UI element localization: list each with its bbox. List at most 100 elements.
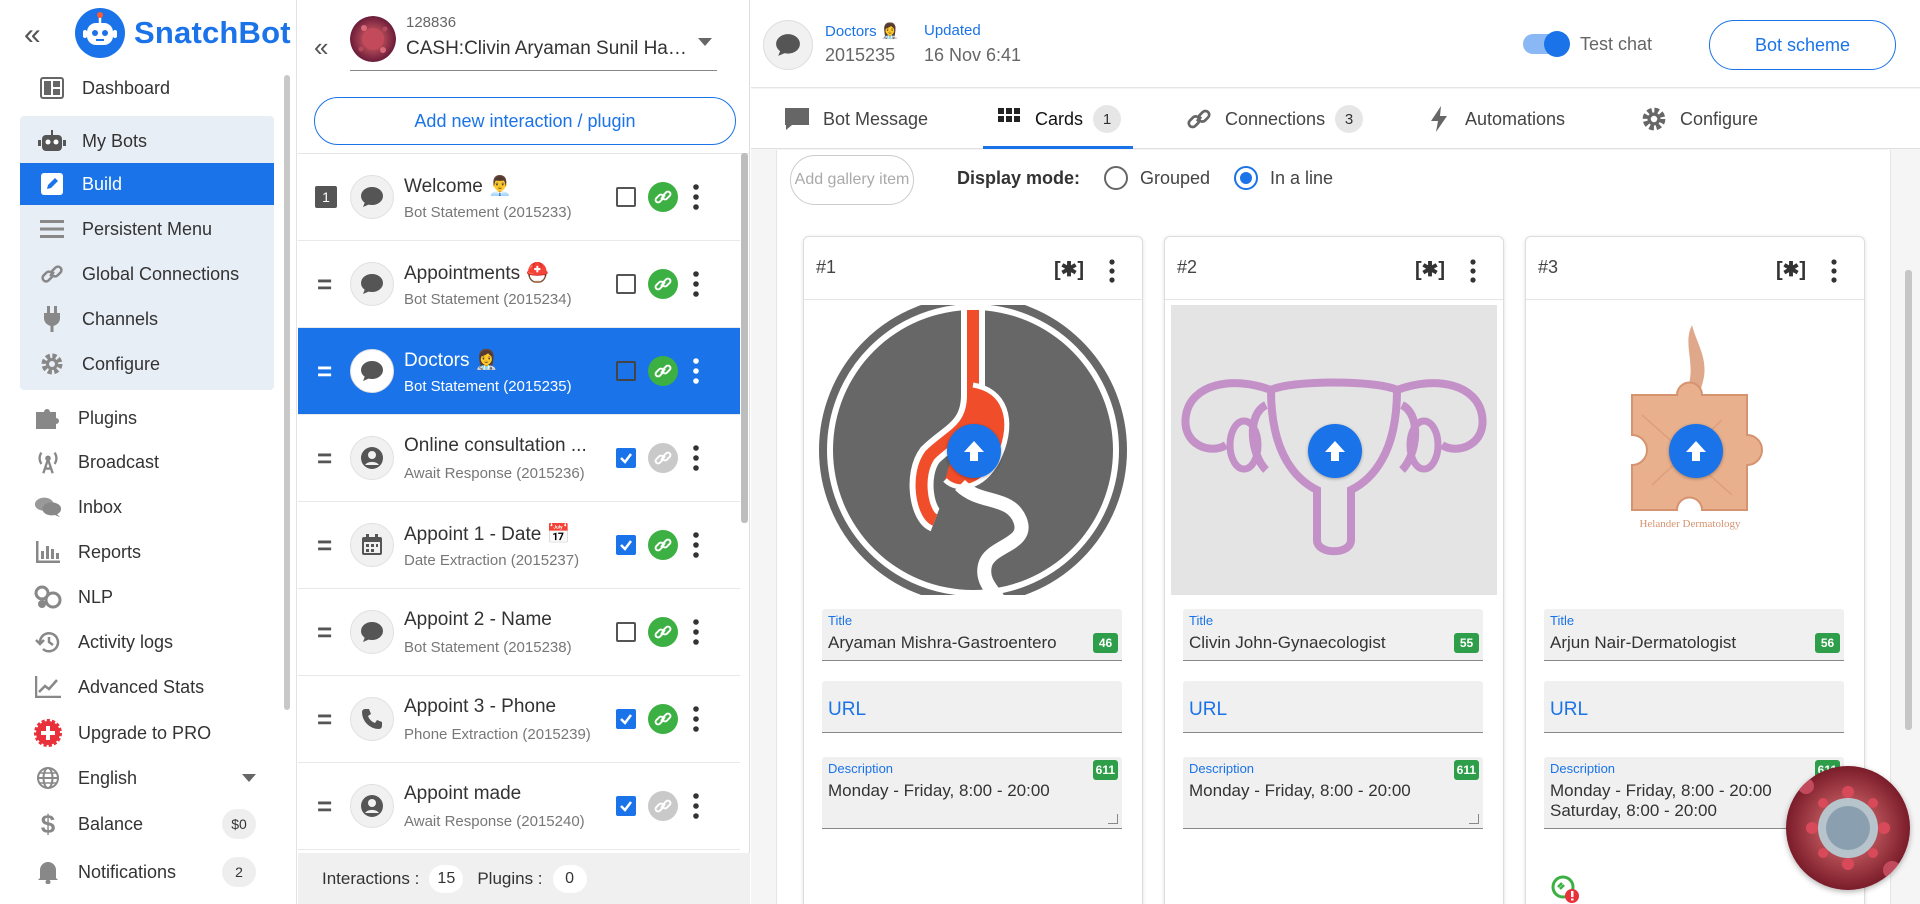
drag-handle-icon[interactable]: = <box>317 445 332 471</box>
card-description-field[interactable]: Description Monday - Friday, 8:00 - 20:0… <box>822 757 1122 829</box>
chevron-down-icon[interactable] <box>698 38 712 46</box>
nav-broadcast[interactable]: Broadcast <box>16 441 270 483</box>
plugins-label: Plugins : <box>477 868 543 888</box>
card-title-field[interactable]: Title Clivin John-Gynaecologist 55 <box>1183 609 1483 661</box>
interaction-row[interactable]: = Appointments ⛑️ Bot Statement (2015234… <box>298 241 740 328</box>
nav-configure[interactable]: Configure <box>20 343 274 385</box>
interaction-row[interactable]: 1 Welcome 👨‍💼 Bot Statement (2015233) <box>298 154 740 241</box>
nav-build[interactable]: Build <box>20 163 274 205</box>
more-options-icon[interactable] <box>692 183 700 211</box>
interaction-row[interactable]: = Appoint 2 - Name Bot Statement (201523… <box>298 589 740 676</box>
test-chat-toggle[interactable] <box>1523 31 1570 57</box>
row-checkbox[interactable] <box>616 187 636 207</box>
more-options-icon[interactable] <box>692 618 700 646</box>
card-url-field[interactable]: URL <box>1544 681 1844 733</box>
card-title-field[interactable]: Title Aryaman Mishra-Gastroentero 46 <box>822 609 1122 661</box>
nav-channels[interactable]: Channels <box>20 298 274 340</box>
tab-configure[interactable]: Configure <box>1640 89 1758 149</box>
row-checkbox[interactable] <box>616 622 636 642</box>
more-options-icon[interactable] <box>692 357 700 385</box>
nav-scrollbar[interactable] <box>284 75 290 710</box>
card-title-field[interactable]: Title Arjun Nair-Dermatologist 56 <box>1544 609 1844 661</box>
more-options-icon[interactable] <box>692 444 700 472</box>
nav-my-bots[interactable]: My Bots <box>20 120 274 162</box>
drag-handle-icon[interactable]: = <box>317 358 332 384</box>
interaction-row-selected[interactable]: = Doctors 👩‍⚕️ Bot Statement (2015235) <box>298 328 740 415</box>
add-interaction-button[interactable]: Add new interaction / plugin <box>314 97 736 145</box>
resize-grip-icon[interactable] <box>1108 814 1118 824</box>
nav-upgrade-to-pro[interactable]: Upgrade to PRO <box>16 712 270 754</box>
interaction-row[interactable]: = Online consultation ... Await Response… <box>298 415 740 502</box>
nav-nlp[interactable]: NLP <box>16 576 270 618</box>
upload-image-icon[interactable] <box>1669 424 1723 478</box>
more-options-icon[interactable] <box>1108 259 1116 283</box>
row-checkbox-checked[interactable] <box>616 796 636 816</box>
more-options-icon[interactable] <box>1830 259 1838 283</box>
card-url-field[interactable]: URL <box>1183 681 1483 733</box>
row-checkbox[interactable] <box>616 274 636 294</box>
tab-cards[interactable]: Cards 1 <box>982 89 1134 149</box>
link-status-icon[interactable] <box>648 704 678 734</box>
row-subtitle: Await Response (2015236) <box>404 465 585 482</box>
link-status-icon[interactable] <box>648 791 678 821</box>
nav-notifications[interactable]: Notifications 2 <box>16 851 270 893</box>
variable-icon[interactable]: [✱] <box>1054 257 1084 282</box>
row-checkbox[interactable] <box>616 361 636 381</box>
list-scrollbar[interactable] <box>741 153 748 523</box>
chat-widget-avatar[interactable] <box>1786 766 1910 890</box>
nav-plugins[interactable]: Plugins <box>16 397 270 439</box>
field-label: Description <box>1550 761 1616 776</box>
link-status-icon[interactable] <box>648 356 678 386</box>
display-mode-in-a-line-radio[interactable]: In a line <box>1234 166 1333 190</box>
connection-warning-icon[interactable] <box>1550 874 1580 904</box>
card-url-field[interactable]: URL <box>822 681 1122 733</box>
drag-handle-icon[interactable]: = <box>317 793 332 819</box>
interaction-row[interactable]: = Appoint 3 - Phone Phone Extraction (20… <box>298 676 740 763</box>
tab-bot-message[interactable]: Bot Message <box>783 89 928 149</box>
nav-language-select[interactable]: English <box>16 757 270 799</box>
resize-grip-icon[interactable] <box>1469 814 1479 824</box>
more-options-icon[interactable] <box>692 270 700 298</box>
nav-activity-logs[interactable]: Activity logs <box>16 621 270 663</box>
drag-handle-icon[interactable]: = <box>317 271 332 297</box>
nav-balance[interactable]: $ Balance $0 <box>16 803 270 845</box>
collapse-nav-icon[interactable]: « <box>24 20 52 50</box>
card-divider <box>1165 299 1503 300</box>
upload-image-icon[interactable] <box>947 424 1001 478</box>
nav-dashboard[interactable]: Dashboard <box>20 67 274 109</box>
more-options-icon[interactable] <box>692 531 700 559</box>
interaction-row[interactable]: = Appoint 1 - Date 📅 Date Extraction (20… <box>298 502 740 589</box>
link-status-icon[interactable] <box>648 269 678 299</box>
add-gallery-item-button[interactable]: Add gallery item <box>790 155 914 205</box>
row-checkbox-checked[interactable] <box>616 709 636 729</box>
upload-image-icon[interactable] <box>1308 424 1362 478</box>
more-options-icon[interactable] <box>692 792 700 820</box>
display-mode-grouped-radio[interactable]: Grouped <box>1104 166 1210 190</box>
drag-handle-icon[interactable]: = <box>317 706 332 732</box>
card-description-field[interactable]: Description Monday - Friday, 8:00 - 20:0… <box>1183 757 1483 829</box>
nav-reports[interactable]: Reports <box>16 531 270 573</box>
variable-icon[interactable]: [✱] <box>1415 257 1445 282</box>
tab-automations[interactable]: Automations <box>1425 89 1565 149</box>
collapse-panel-icon[interactable]: « <box>314 32 328 63</box>
interaction-row[interactable]: = Appoint made Await Response (2015240) <box>298 763 740 850</box>
variable-icon[interactable]: [✱] <box>1776 257 1806 282</box>
drag-handle-icon[interactable]: = <box>317 619 332 645</box>
drag-handle-icon[interactable]: = <box>317 532 332 558</box>
nav-global-connections[interactable]: Global Connections <box>20 253 274 295</box>
editor-scrollbar[interactable] <box>1905 270 1912 730</box>
link-status-icon[interactable] <box>648 530 678 560</box>
link-status-icon[interactable] <box>648 182 678 212</box>
bot-select[interactable]: CASH:Clivin Aryaman Sunil Harsha <box>406 38 691 60</box>
nav-persistent-menu[interactable]: Persistent Menu <box>20 208 274 250</box>
row-checkbox-checked[interactable] <box>616 448 636 468</box>
nav-advanced-stats[interactable]: Advanced Stats <box>16 666 270 708</box>
bot-scheme-button[interactable]: Bot scheme <box>1709 20 1896 70</box>
more-options-icon[interactable] <box>692 705 700 733</box>
nav-inbox[interactable]: Inbox <box>16 486 270 528</box>
link-status-icon[interactable] <box>648 443 678 473</box>
link-status-icon[interactable] <box>648 617 678 647</box>
row-checkbox-checked[interactable] <box>616 535 636 555</box>
tab-connections[interactable]: Connections 3 <box>1185 89 1364 149</box>
more-options-icon[interactable] <box>1469 259 1477 283</box>
